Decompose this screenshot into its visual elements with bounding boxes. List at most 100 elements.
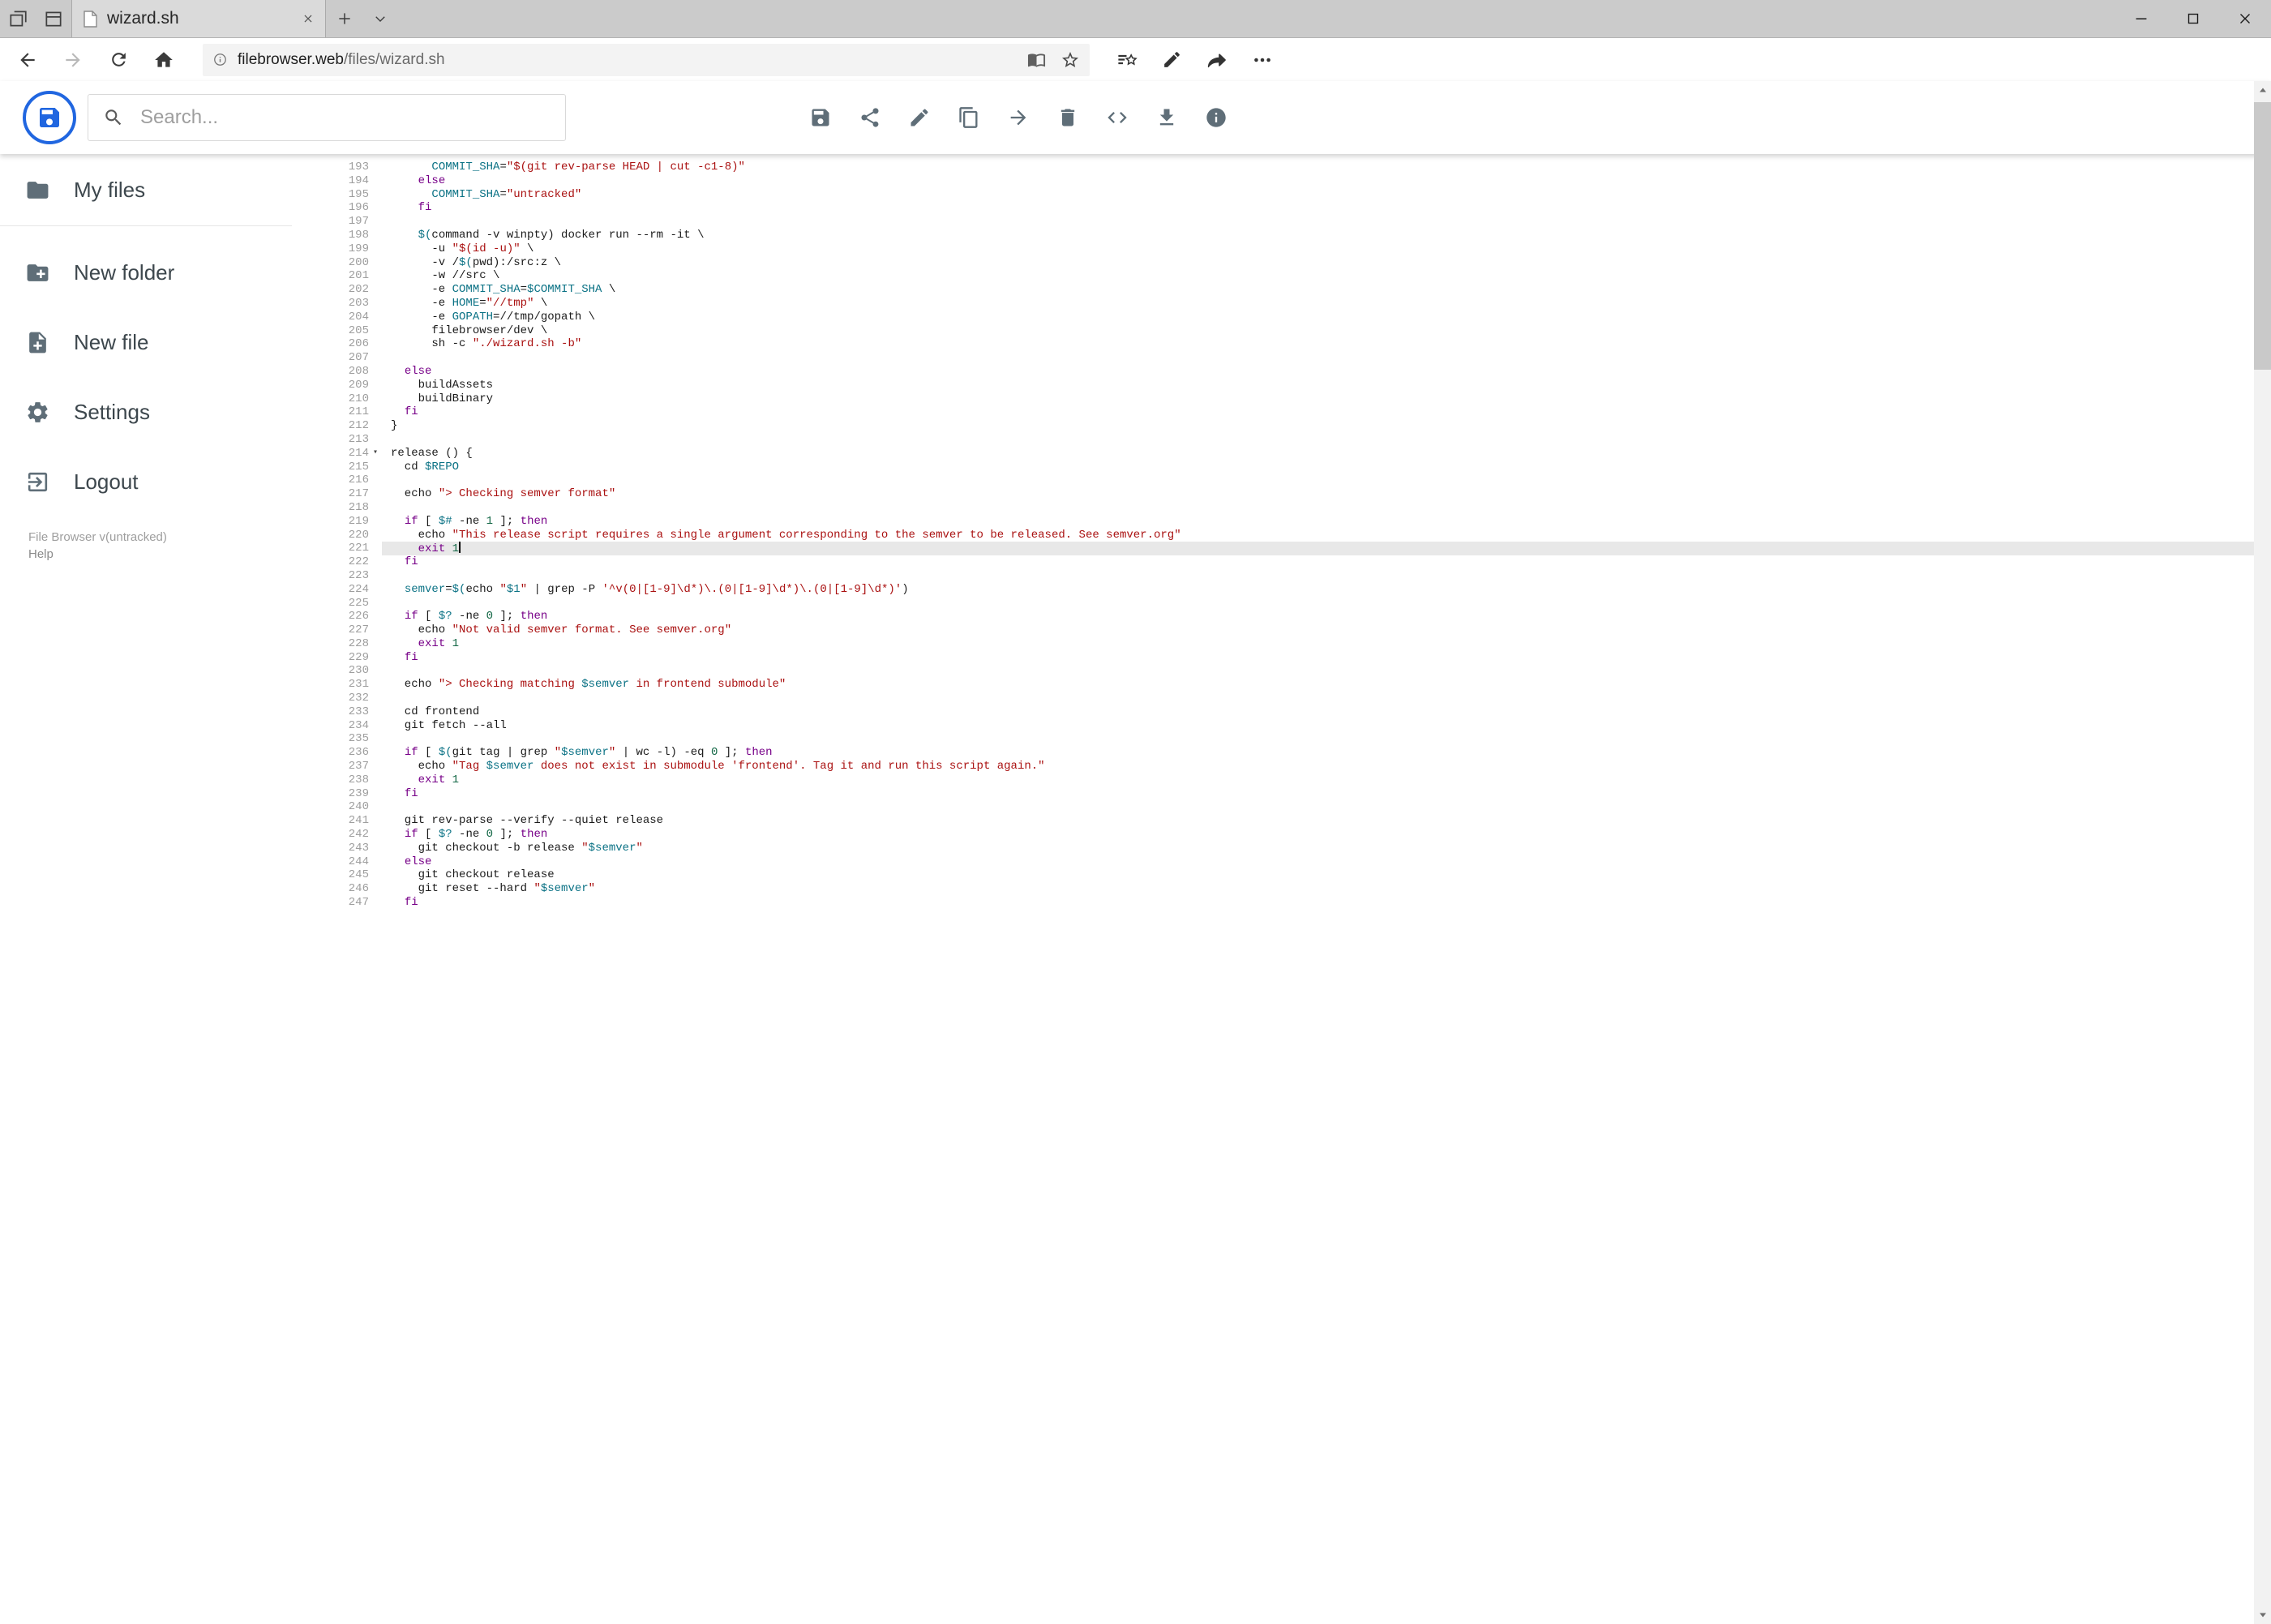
code-line-238[interactable]: 238 exit 1 (328, 773, 2254, 787)
sidebar-item-new-file[interactable]: New file (0, 307, 328, 377)
fold-arrow-icon[interactable]: ▾ (369, 447, 382, 461)
refresh-icon[interactable] (96, 38, 141, 81)
copy-button[interactable] (958, 106, 980, 129)
window-maximize-button[interactable] (2167, 0, 2219, 37)
code-line-226[interactable]: 226 if [ $? -ne 0 ]; then (328, 610, 2254, 623)
scroll-up-icon[interactable] (2254, 81, 2271, 99)
code-line-212[interactable]: 212} (328, 419, 2254, 433)
window-close-button[interactable] (2219, 0, 2271, 37)
code-line-221[interactable]: 221 exit 1 (328, 542, 2254, 555)
code-line-246[interactable]: 246 git reset --hard "$semver" (328, 882, 2254, 896)
move-button[interactable] (1007, 106, 1030, 129)
new-tab-button[interactable] (326, 0, 363, 37)
sidebar-item-logout[interactable]: Logout (0, 447, 328, 516)
code-line-242[interactable]: 242 if [ $? -ne 0 ]; then (328, 828, 2254, 842)
code-line-218[interactable]: 218 (328, 501, 2254, 515)
help-link[interactable]: Help (28, 546, 167, 563)
code-line-230[interactable]: 230 (328, 664, 2254, 678)
scrollbar-thumb[interactable] (2254, 102, 2271, 370)
code-line-244[interactable]: 244 else (328, 855, 2254, 869)
code-line-236[interactable]: 236 if [ $(git tag | grep "$semver" | wc… (328, 746, 2254, 760)
code-line-213[interactable]: 213 (328, 433, 2254, 447)
code-line-243[interactable]: 243 git checkout -b release "$semver" (328, 842, 2254, 855)
filebrowser-logo[interactable] (23, 91, 76, 144)
code-line-240[interactable]: 240 (328, 800, 2254, 814)
code-line-211[interactable]: 211 fi (328, 405, 2254, 419)
code-line-235[interactable]: 235 (328, 732, 2254, 746)
more-options-icon[interactable] (1245, 38, 1279, 81)
code-line-220[interactable]: 220 echo "This release script requires a… (328, 529, 2254, 542)
code-line-247[interactable]: 247 fi (328, 896, 2254, 910)
tab-preview-icon[interactable] (36, 0, 71, 37)
code-line-216[interactable]: 216 (328, 473, 2254, 487)
code-view-button[interactable] (1106, 106, 1129, 129)
code-line-232[interactable]: 232 (328, 692, 2254, 705)
favorite-star-icon[interactable] (1061, 50, 1080, 70)
code-line-210[interactable]: 210 buildBinary (328, 392, 2254, 406)
share-button[interactable] (859, 106, 881, 129)
code-line-215[interactable]: 215 cd $REPO (328, 461, 2254, 474)
code-line-209[interactable]: 209 buildAssets (328, 379, 2254, 392)
vertical-scrollbar[interactable] (2254, 81, 2271, 1624)
save-button[interactable] (809, 106, 832, 129)
code-line-223[interactable]: 223 (328, 569, 2254, 583)
share-icon[interactable] (1200, 38, 1234, 81)
tab-close-icon[interactable] (302, 13, 314, 24)
back-icon[interactable] (5, 38, 50, 81)
code-line-224[interactable]: 224 semver=$(echo "$1" | grep -P '^v(0|[… (328, 583, 2254, 597)
info-button[interactable] (1205, 106, 1228, 129)
code-line-228[interactable]: 228 exit 1 (328, 637, 2254, 651)
code-line-237[interactable]: 237 echo "Tag $semver does not exist in … (328, 760, 2254, 773)
code-line-207[interactable]: 207 (328, 351, 2254, 365)
download-button[interactable] (1155, 106, 1178, 129)
code-line-196[interactable]: 196 fi (328, 201, 2254, 215)
code-line-194[interactable]: 194 else (328, 174, 2254, 188)
home-icon[interactable] (141, 38, 186, 81)
search-box[interactable] (88, 94, 566, 141)
code-line-203[interactable]: 203 -e HOME="//tmp" \ (328, 297, 2254, 311)
code-line-200[interactable]: 200 -v /$(pwd):/src:z \ (328, 256, 2254, 270)
web-note-pen-icon[interactable] (1155, 38, 1189, 81)
page-info-icon[interactable] (212, 52, 228, 67)
code-line-206[interactable]: 206 sh -c "./wizard.sh -b" (328, 337, 2254, 351)
tab-wizard-sh[interactable]: wizard.sh (71, 0, 326, 37)
reading-view-icon[interactable] (1027, 50, 1046, 69)
code-line-193[interactable]: 193 COMMIT_SHA="$(git rev-parse HEAD | c… (328, 161, 2254, 174)
code-line-214[interactable]: 214 ▾ release () { (328, 447, 2254, 461)
code-line-239[interactable]: 239 fi (328, 787, 2254, 801)
scroll-down-icon[interactable] (2254, 1606, 2271, 1624)
code-line-231[interactable]: 231 echo "> Checking matching $semver in… (328, 678, 2254, 692)
url-field[interactable]: filebrowser.web/files/wizard.sh (203, 43, 1090, 76)
rename-button[interactable] (908, 106, 931, 129)
delete-button[interactable] (1056, 106, 1079, 129)
search-input[interactable] (139, 105, 551, 130)
window-minimize-button[interactable] (2115, 0, 2167, 37)
code-editor[interactable]: 193 COMMIT_SHA="$(git rev-parse HEAD | c… (328, 154, 2254, 1624)
code-line-233[interactable]: 233 cd frontend (328, 705, 2254, 719)
tab-preview-toggle-icon[interactable] (363, 0, 397, 37)
code-line-195[interactable]: 195 COMMIT_SHA="untracked" (328, 188, 2254, 202)
forward-icon[interactable] (50, 38, 96, 81)
code-line-198[interactable]: 198 $(command -v winpty) docker run --rm… (328, 229, 2254, 242)
code-line-197[interactable]: 197 (328, 215, 2254, 229)
code-line-199[interactable]: 199 -u "$(id -u)" \ (328, 242, 2254, 256)
code-line-222[interactable]: 222 fi (328, 555, 2254, 569)
hub-favorites-icon[interactable] (1109, 38, 1143, 81)
code-line-227[interactable]: 227 echo "Not valid semver format. See s… (328, 623, 2254, 637)
code-line-225[interactable]: 225 (328, 597, 2254, 611)
code-line-241[interactable]: 241 git rev-parse --verify --quiet relea… (328, 814, 2254, 828)
code-line-234[interactable]: 234 git fetch --all (328, 719, 2254, 733)
sidebar-item-new-folder[interactable]: New folder (0, 238, 328, 307)
code-line-245[interactable]: 245 git checkout release (328, 868, 2254, 882)
tabs-aside-icon[interactable] (0, 0, 36, 37)
code-line-201[interactable]: 201 -w //src \ (328, 269, 2254, 283)
sidebar-item-settings[interactable]: Settings (0, 377, 328, 447)
code-line-219[interactable]: 219 if [ $# -ne 1 ]; then (328, 515, 2254, 529)
code-line-208[interactable]: 208 else (328, 365, 2254, 379)
sidebar-item-my-files[interactable]: My files (0, 159, 292, 221)
code-line-202[interactable]: 202 -e COMMIT_SHA=$COMMIT_SHA \ (328, 283, 2254, 297)
code-line-217[interactable]: 217 echo "> Checking semver format" (328, 487, 2254, 501)
code-line-205[interactable]: 205 filebrowser/dev \ (328, 324, 2254, 338)
code-line-229[interactable]: 229 fi (328, 651, 2254, 665)
code-line-204[interactable]: 204 -e GOPATH=//tmp/gopath \ (328, 311, 2254, 324)
